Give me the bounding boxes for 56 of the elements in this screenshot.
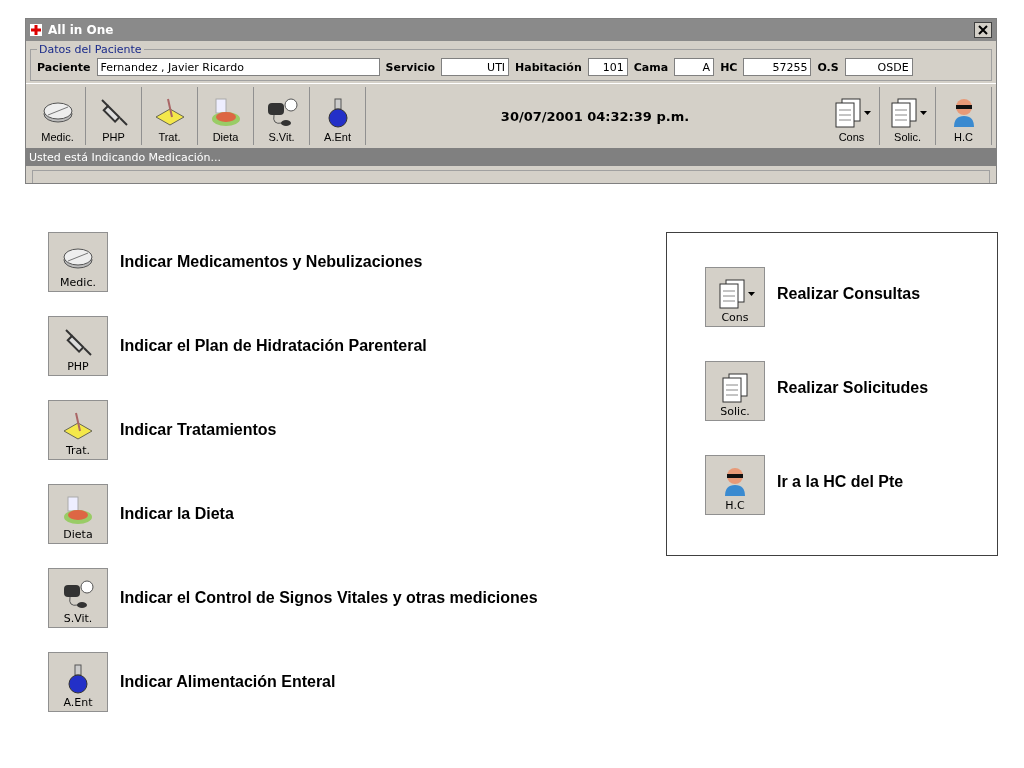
documents-icon	[888, 97, 920, 129]
toolbar-button[interactable]: S.Vit.	[254, 87, 310, 145]
input-field[interactable]: A	[674, 58, 715, 76]
field-label: Habitación	[515, 60, 582, 74]
food-plate-icon	[62, 495, 94, 527]
field-label: Servicio	[385, 60, 436, 74]
input-field[interactable]: 57255	[743, 58, 812, 76]
description-text: Indicar el Control de Signos Vitales y otras mediciones	[120, 589, 538, 607]
date-time: 30/07/2001 04:32:39 p.m.	[499, 108, 691, 124]
toolbar-button[interactable]: Medic.	[30, 87, 86, 145]
caret-icon	[920, 111, 927, 115]
description-text: Indicar el Plan de Hidratación Parenteral	[120, 337, 427, 355]
toolbar-button[interactable]: Cons	[824, 87, 880, 145]
toolbar-button[interactable]: Dieta	[48, 484, 108, 544]
description-text: Indicar Alimentación Enteral	[120, 673, 336, 691]
toolbar-button[interactable]: Trat.	[142, 87, 198, 145]
close-icon	[978, 25, 988, 35]
description-text: Indicar Medicamentos y Nebulizaciones	[120, 253, 423, 271]
input-field[interactable]: Fernandez , Javier Ricardo	[96, 58, 380, 76]
status-bar: Usted está Indicando Medicación...	[26, 148, 996, 166]
caret-icon	[864, 111, 871, 115]
toolbar-button[interactable]: PHP	[86, 87, 142, 145]
toolbar-button[interactable]: Cons	[705, 267, 765, 327]
toolbar-button[interactable]: Trat.	[48, 400, 108, 460]
group-title: Datos del Paciente	[38, 43, 143, 56]
blood-pressure-icon	[265, 97, 298, 129]
description-text: Indicar la Dieta	[120, 505, 234, 523]
input-field[interactable]: 101	[587, 58, 628, 76]
documents-icon	[832, 97, 864, 129]
toolbar-button[interactable]: S.Vit.	[48, 568, 108, 628]
description-text: Realizar Solicitudes	[777, 379, 929, 397]
description-text: Ir a la HC del Pte	[777, 473, 904, 491]
toolbar-button[interactable]: A.Ent	[48, 652, 108, 712]
input-field[interactable]: UTI	[441, 58, 510, 76]
input-field[interactable]: OSDE	[844, 58, 913, 76]
toolbar-button[interactable]: Solic.	[705, 361, 765, 421]
toolbar-button[interactable]: A.Ent	[310, 87, 366, 145]
description-text: Indicar Tratamientos	[120, 421, 277, 439]
field-label: Cama	[633, 60, 669, 74]
toolbar-button[interactable]: PHP	[48, 316, 108, 376]
field-label: O.S	[817, 60, 839, 74]
description-text: Realizar Consultas	[777, 285, 921, 303]
blood-pressure-icon	[62, 579, 94, 611]
toolbar-button[interactable]: H.C	[705, 455, 765, 515]
field-label: HC	[720, 60, 738, 74]
toolbar-button[interactable]: Medic.	[48, 232, 108, 292]
window-title: All in One	[48, 23, 115, 37]
caret-icon	[747, 292, 755, 296]
toolbar-button[interactable]: Solic.	[880, 87, 936, 145]
documents-icon	[719, 372, 751, 404]
toolbar-button[interactable]: Dieta	[198, 87, 254, 145]
field-label: Paciente	[37, 60, 91, 74]
medical-cross-icon	[30, 24, 42, 36]
toolbar-button[interactable]: H.C	[936, 87, 992, 145]
food-plate-icon	[209, 97, 242, 129]
close-button[interactable]	[974, 22, 992, 38]
